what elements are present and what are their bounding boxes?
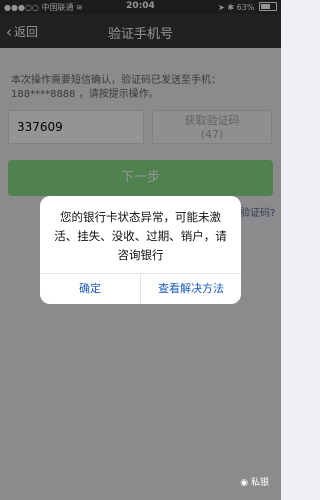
wechat-logo-icon: ◉	[240, 478, 249, 488]
dialog-message: 您的银行卡状态异常，可能未激活、挂失、没收、过期、销户，请咨询银行	[54, 210, 227, 262]
confirm-button[interactable]: 确定	[40, 274, 140, 304]
view-solution-button[interactable]: 查看解决方法	[141, 274, 241, 304]
watermark: ◉ 私银	[240, 475, 269, 488]
alert-dialog: 您的银行卡状态异常，可能未激活、挂失、没收、过期、销户，请咨询银行 确定 查看解…	[40, 196, 241, 304]
dialog-buttons: 确定 查看解决方法	[40, 273, 241, 304]
watermark-text: 私银	[250, 478, 269, 488]
